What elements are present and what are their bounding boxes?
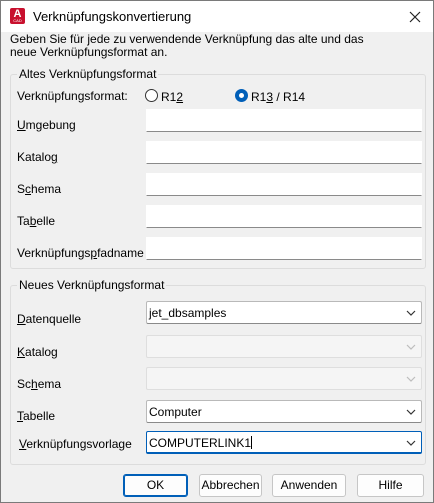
new-schema-select[interactable] [146,367,422,390]
old-catalog-label: Katalog [17,150,58,164]
radio-r12-label[interactable]: R12 [161,90,183,104]
intro-text: Geben Sie für jede zu verwendende Verknü… [10,32,364,59]
chevron-down-icon [406,344,416,350]
dialog-window: A CAD Verknüpfungskonvertierung Geben Si… [0,0,434,503]
close-icon[interactable] [405,7,425,27]
cancel-button[interactable]: Abbrechen [199,474,262,497]
old-format-group-title: Altes Verknüpfungsformat [17,67,159,81]
old-schema-label: Schema [17,182,62,196]
link-template-value[interactable]: COMPUTERLINK1 [149,436,253,450]
datasource-value: jet_dbsamples [149,306,227,320]
new-format-group-title: Neues Verknüpfungsformat [17,278,167,292]
new-table-select[interactable]: Computer [146,400,422,423]
datasource-label: Datenquelle [17,312,82,326]
link-template-label: Verknüpfungsvorlage [19,437,132,451]
new-table-value: Computer [149,405,202,419]
title-bar[interactable]: A CAD Verknüpfungskonvertierung [1,1,433,32]
chevron-down-icon [406,409,416,415]
link-path-name-input[interactable] [146,237,422,260]
radio-r12[interactable] [145,89,158,102]
old-schema-input[interactable] [146,173,422,196]
new-catalog-select[interactable] [146,335,422,358]
window-title: Verknüpfungskonvertierung [33,9,192,24]
environment-input[interactable] [146,109,422,132]
old-table-input[interactable] [146,205,422,228]
app-icon: A CAD [10,8,25,24]
ok-button[interactable]: OK [123,474,188,497]
new-schema-label: Schema [17,377,62,391]
chevron-down-icon [406,310,416,316]
radio-r13-r14[interactable] [235,89,248,102]
new-catalog-label: Katalog [17,345,58,359]
datasource-select[interactable]: jet_dbsamples [146,301,422,324]
link-format-label: Verknüpfungsformat: [17,89,128,103]
apply-button[interactable]: Anwenden [272,474,346,497]
app-icon-subtext: CAD [13,18,22,23]
chevron-down-icon [406,440,416,446]
new-table-label: Tabelle [17,409,56,423]
environment-label: Umgebung [17,118,76,132]
chevron-down-icon [406,376,416,382]
help-button[interactable]: Hilfe [357,474,424,497]
link-path-name-label: Verknüpfungspfadname [17,246,144,260]
text-caret [251,436,253,449]
old-catalog-input[interactable] [146,141,422,164]
radio-r13-r14-label[interactable]: R13 / R14 [251,90,305,104]
link-template-select[interactable]: COMPUTERLINK1 [146,431,422,454]
old-table-label: Tabelle [17,214,56,228]
